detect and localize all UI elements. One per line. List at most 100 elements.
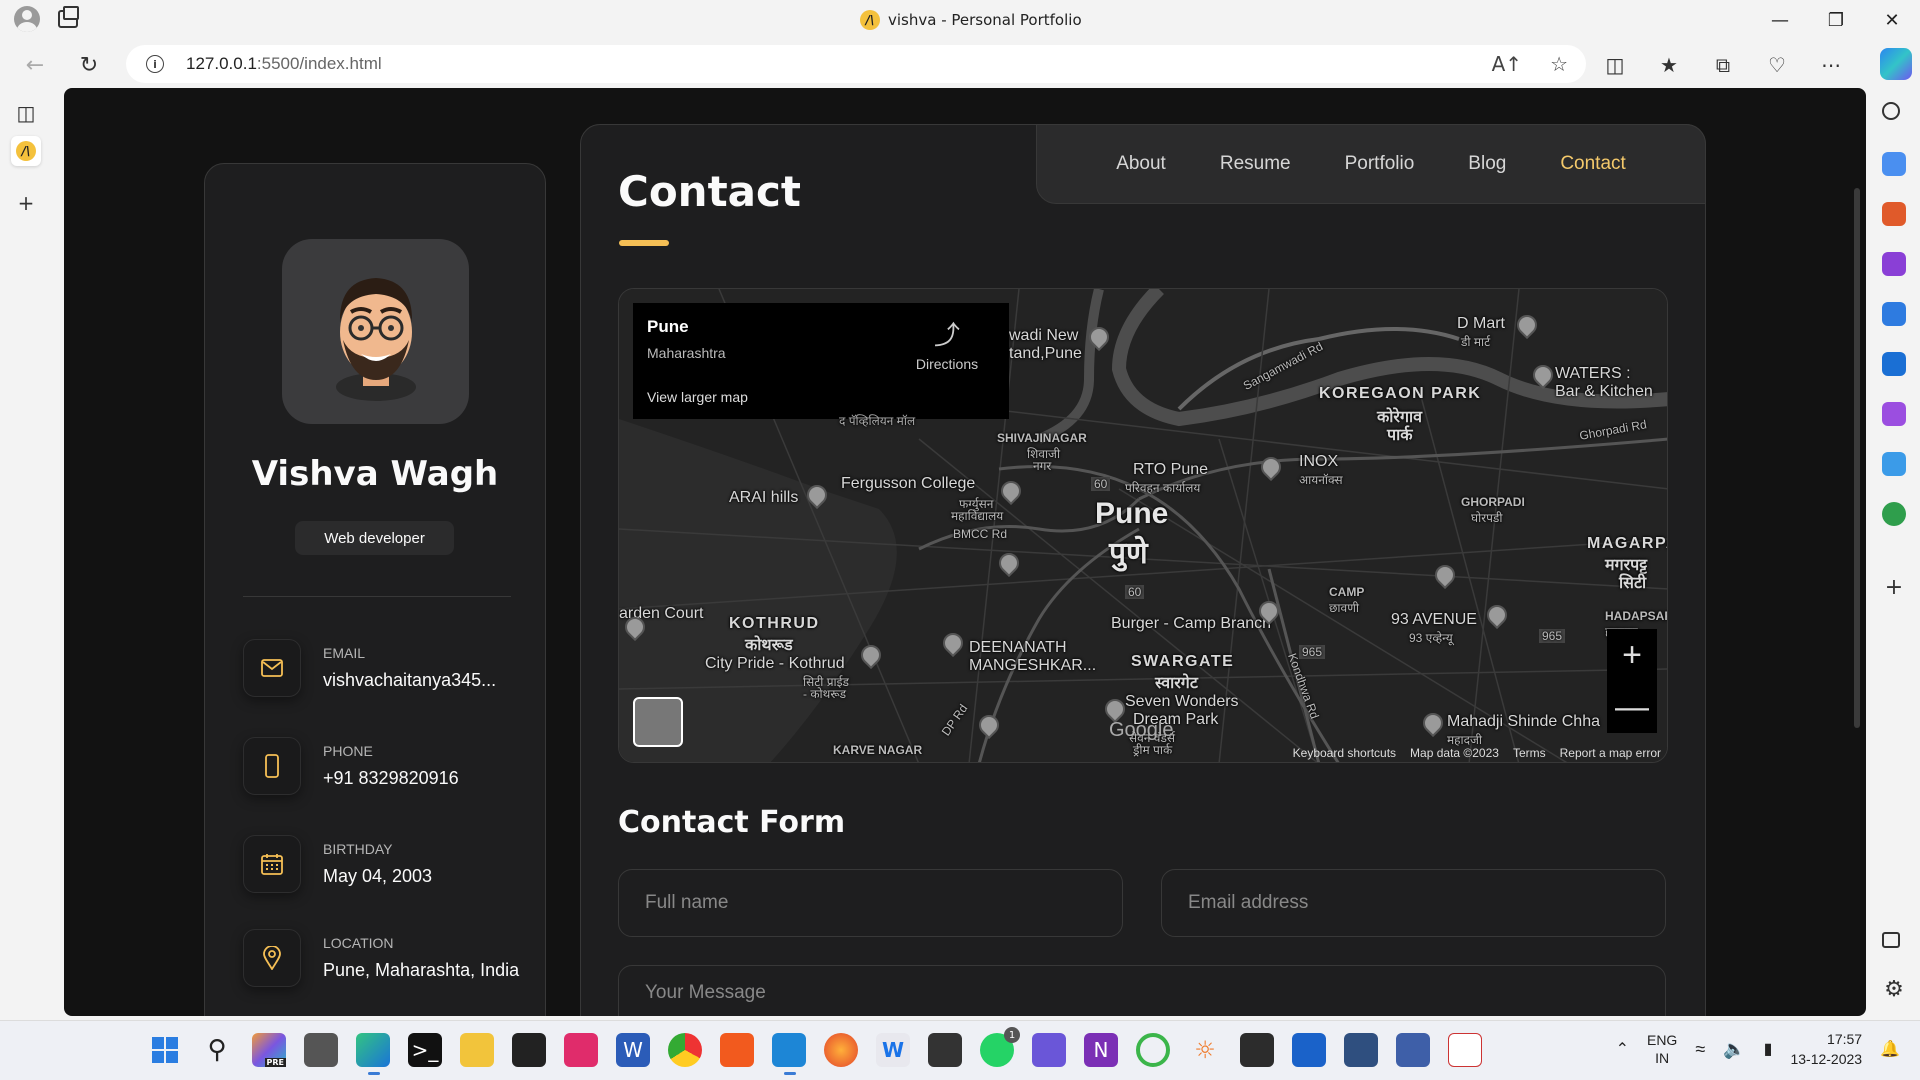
more-menu-icon[interactable]: ⋯ <box>1816 50 1846 80</box>
clock[interactable]: 17:57 13-12-2023 <box>1790 1029 1862 1069</box>
map-label: परिवहन कार्यालय <box>1125 481 1201 495</box>
brave-icon[interactable] <box>720 1033 754 1067</box>
add-sidebar-icon[interactable]: + <box>1882 576 1906 600</box>
nav-contact[interactable]: Contact <box>1533 153 1652 175</box>
refresh-icon[interactable]: ↻ <box>74 50 104 80</box>
profile-icon[interactable] <box>14 6 40 32</box>
virtualbox-icon[interactable] <box>1396 1033 1430 1067</box>
report-error-link[interactable]: Report a map error <box>1560 746 1661 760</box>
app-icon[interactable] <box>1448 1033 1482 1067</box>
map-label: MAGARPA <box>1587 535 1667 552</box>
back-icon[interactable]: ← <box>20 50 50 80</box>
designer-icon[interactable] <box>1882 402 1906 426</box>
edge-sidebar: + ⚙ <box>1868 86 1920 1020</box>
read-aloud-icon[interactable]: A↑ <box>1492 52 1522 76</box>
clock-time: 17:57 <box>1827 1031 1863 1047</box>
chevron-up-icon[interactable]: ⌃ <box>1616 1039 1629 1059</box>
microsoft365-icon[interactable] <box>1882 302 1906 326</box>
file-explorer-icon[interactable] <box>460 1033 494 1067</box>
nav-resume[interactable]: Resume <box>1193 153 1318 175</box>
outlook-icon[interactable] <box>1882 352 1906 376</box>
settings-gear-icon[interactable]: ⚙ <box>1882 978 1906 1002</box>
app-icon[interactable] <box>1344 1033 1378 1067</box>
form-title: Contact Form <box>618 805 846 840</box>
map-footer: Keyboard shortcuts Map data ©2023 Terms … <box>1293 746 1661 760</box>
app-icon[interactable] <box>1032 1033 1066 1067</box>
url-text[interactable]: 127.0.0.1:5500/index.html <box>186 54 382 74</box>
vscode-icon[interactable] <box>772 1033 806 1075</box>
telegram-icon[interactable] <box>1882 452 1906 476</box>
restore-icon[interactable]: ❐ <box>1808 0 1864 40</box>
nav-portfolio[interactable]: Portfolio <box>1318 153 1442 175</box>
terminal-icon[interactable]: >_ <box>408 1033 442 1067</box>
favorite-star-icon[interactable]: ☆ <box>1550 52 1568 76</box>
email-link[interactable]: vishvachaitanya345... <box>323 667 528 693</box>
zoom-in-button[interactable]: + <box>1607 629 1657 681</box>
obs-icon[interactable] <box>512 1033 546 1067</box>
satellite-toggle[interactable] <box>633 697 683 747</box>
message-textarea[interactable]: Your Message <box>618 965 1666 1016</box>
copilot-icon[interactable] <box>1880 48 1912 80</box>
favorites-icon[interactable]: ★ <box>1654 50 1684 80</box>
nav-blog[interactable]: Blog <box>1441 153 1533 175</box>
writer-icon[interactable]: W <box>876 1033 910 1067</box>
copilot-icon[interactable]: PRE <box>252 1033 286 1067</box>
games-icon[interactable] <box>1882 252 1906 276</box>
wifi-icon[interactable]: ≈ <box>1695 1039 1705 1060</box>
search-icon[interactable] <box>1882 102 1900 120</box>
keyboard-shortcuts-link[interactable]: Keyboard shortcuts <box>1293 746 1396 760</box>
language-indicator[interactable]: ENG IN <box>1647 1031 1677 1067</box>
memoji-avatar-icon <box>335 277 416 401</box>
start-icon[interactable] <box>148 1033 182 1067</box>
firefox-icon[interactable] <box>824 1033 858 1067</box>
nav-about[interactable]: About <box>1089 153 1193 175</box>
address-bar[interactable]: i 127.0.0.1:5500/index.html A↑ ☆ <box>126 45 1586 83</box>
view-larger-map-link[interactable]: View larger map <box>647 389 748 405</box>
site-info-icon[interactable]: i <box>146 55 164 73</box>
url-host: 127.0.0.1 <box>186 54 257 73</box>
tools-icon[interactable] <box>1882 202 1906 226</box>
shopping-icon[interactable] <box>1882 152 1906 176</box>
app-icon[interactable] <box>1292 1033 1326 1067</box>
volume-icon[interactable]: 🔈 <box>1723 1039 1745 1060</box>
minimize-icon[interactable]: — <box>1752 0 1808 40</box>
onenote-icon[interactable]: N <box>1084 1033 1118 1067</box>
directions-button[interactable]: ⤴ Directions <box>907 315 987 372</box>
edge-icon[interactable] <box>356 1033 390 1075</box>
word-icon[interactable]: W <box>616 1033 650 1067</box>
battery-icon[interactable]: ▮ <box>1764 1039 1773 1059</box>
map-label: KOREGAON PARK <box>1319 385 1482 402</box>
new-tab-icon[interactable]: + <box>11 188 41 218</box>
chrome-icon[interactable] <box>668 1033 702 1067</box>
fullname-input[interactable]: Full name <box>618 869 1123 937</box>
close-icon[interactable]: ✕ <box>1864 0 1920 40</box>
collections-icon[interactable]: ⧉ <box>1708 50 1738 80</box>
notifications-bell-icon[interactable]: 🔔 <box>1880 1039 1900 1059</box>
jupyter-icon[interactable]: ☼ <box>1188 1033 1222 1067</box>
hide-sidebar-icon[interactable] <box>1882 932 1900 948</box>
app-icon[interactable] <box>1136 1033 1170 1067</box>
split-screen-icon[interactable]: ◫ <box>1600 50 1630 80</box>
phone-link[interactable]: +91 8329820916 <box>323 765 528 791</box>
tab-portfolio[interactable]: /\ <box>11 136 41 166</box>
contact-phone: Phone +91 8329820916 <box>243 737 533 797</box>
terms-link[interactable]: Terms <box>1513 746 1546 760</box>
car-game-icon[interactable] <box>928 1033 962 1067</box>
tree-icon[interactable] <box>1882 502 1906 526</box>
zoom-out-button[interactable]: — <box>1607 681 1657 733</box>
workspaces-icon[interactable] <box>58 6 79 28</box>
google-map[interactable]: Pune Maharashtra ⤴ Directions View large… <box>618 288 1668 763</box>
app-icon[interactable] <box>564 1033 598 1067</box>
browser-essentials-icon[interactable]: ♡ <box>1762 50 1792 80</box>
whatsapp-icon[interactable]: 1 <box>980 1027 1020 1067</box>
active-tab[interactable]: /\ vishva - Personal Portfolio <box>860 10 1082 30</box>
app-icon[interactable] <box>1240 1033 1274 1067</box>
contact-label: Birthday <box>323 841 393 857</box>
search-icon[interactable]: ⚲ <box>200 1033 234 1067</box>
page-scrollbar[interactable] <box>1854 188 1860 728</box>
tab-actions-icon[interactable]: ◫ <box>11 98 41 128</box>
mail-icon <box>243 639 301 697</box>
email-input[interactable]: Email address <box>1161 869 1666 937</box>
directions-icon: ⤴ <box>933 320 960 350</box>
task-view-icon[interactable] <box>304 1033 338 1067</box>
